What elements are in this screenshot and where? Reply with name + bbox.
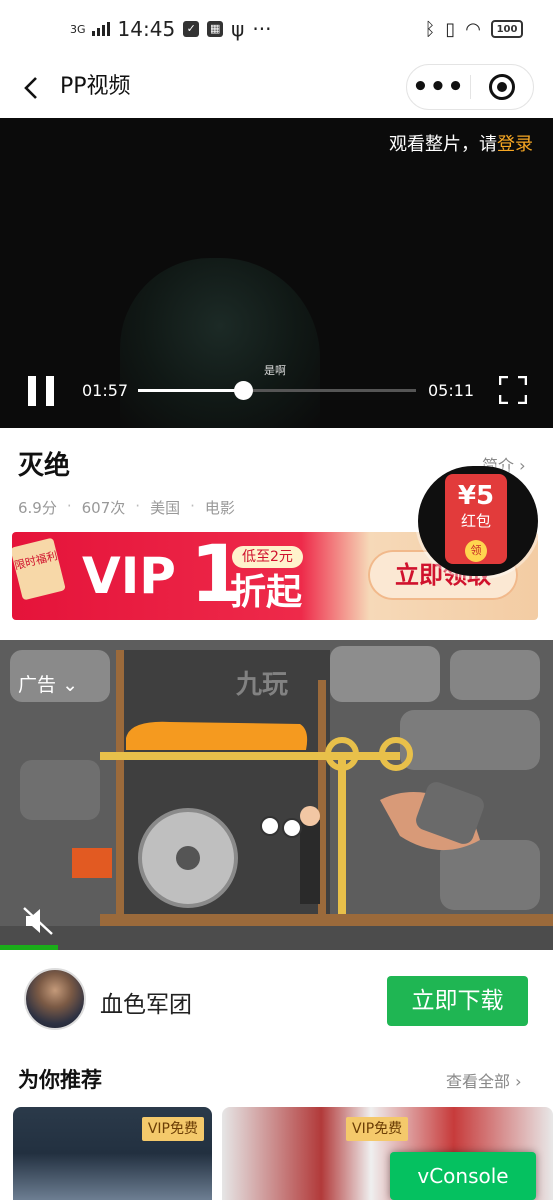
region: 美国	[150, 499, 181, 517]
chevron-down-icon: ⌄	[62, 674, 78, 696]
page-title: PP视频	[60, 74, 131, 99]
mute-icon[interactable]	[22, 906, 56, 936]
app-root: 3G 14:45 ✓ ▦ ψ ··· ᛒ ▯ ◠ 100 PP视频 ••• 观看…	[0, 0, 553, 1200]
app-notify-icon: ▦	[207, 21, 224, 37]
red-packet-claim: 领	[465, 540, 487, 562]
status-right: ᛒ ▯ ◠ 100	[425, 19, 523, 40]
app-name: 血色军团	[100, 992, 192, 1018]
progress-played	[138, 389, 243, 392]
chevron-right-icon: ›	[515, 1072, 522, 1091]
view-all-label: 查看全部	[446, 1072, 511, 1091]
login-prompt-text: 观看整片，请	[389, 134, 497, 155]
pause-icon[interactable]	[28, 376, 54, 406]
meta-dot: ·	[135, 497, 141, 515]
target-icon	[488, 74, 515, 100]
nav-bar: PP视频 •••	[0, 58, 553, 118]
video-frame	[120, 258, 320, 428]
limited-tag: 限时福利	[12, 537, 66, 601]
red-packet-amount: ¥5	[457, 481, 495, 511]
more-button[interactable]: •••	[407, 74, 470, 100]
current-time: 01:57	[82, 381, 129, 400]
meta-dot: ·	[66, 497, 72, 515]
fullscreen-icon[interactable]	[498, 375, 528, 405]
red-envelope-icon: ¥5 红包 领	[445, 474, 507, 564]
status-left: 3G 14:45 ✓ ▦ ψ ···	[70, 17, 271, 41]
red-packet-label: 红包	[460, 512, 491, 530]
signal-icon	[91, 22, 110, 36]
game-ad[interactable]: 广告 ⌄ 九玩	[0, 640, 553, 950]
wifi-icon: ◠	[465, 18, 481, 40]
app-avatar	[24, 968, 86, 1030]
vip-free-badge: VIP免费	[346, 1117, 409, 1141]
chevron-right-icon: ›	[519, 456, 526, 475]
vip-free-badge: VIP免费	[141, 1117, 204, 1141]
ad-label[interactable]: 广告 ⌄	[18, 670, 78, 697]
close-target-button[interactable]	[471, 74, 533, 100]
app-download-row: 血色军团 立即下载	[0, 950, 553, 1050]
recommend-card[interactable]: VIP免费	[13, 1107, 212, 1200]
login-prompt: 观看整片，请登录	[389, 130, 533, 156]
video-title: 灭绝	[18, 451, 71, 481]
progress-track[interactable]	[138, 381, 416, 400]
video-meta: 6.9分 · 607次 · 美国 · 电影	[18, 497, 235, 518]
recommend-title: 为你推荐	[18, 1068, 102, 1092]
back-icon[interactable]	[18, 68, 48, 108]
bluetooth-icon: ᛒ	[424, 18, 436, 40]
vibrate-icon: ▯	[445, 18, 456, 40]
ad-label-text: 广告	[18, 674, 57, 696]
total-time: 05:11	[428, 381, 475, 400]
usb-icon: ψ	[231, 17, 245, 41]
more-notify-icon: ···	[252, 17, 272, 41]
vconsole-button[interactable]: vConsole	[390, 1152, 536, 1200]
view-all-link[interactable]: 查看全部 ›	[446, 1068, 522, 1092]
play-count: 607次	[81, 499, 126, 517]
discount-text: 折起	[230, 572, 303, 613]
login-link[interactable]: 登录	[497, 134, 533, 155]
network-type: 3G	[70, 22, 86, 36]
category: 电影	[204, 499, 235, 517]
vip-text: VIP	[82, 547, 176, 605]
video-subtitle: 是啊	[264, 364, 286, 377]
low-price-tag: 低至2元	[232, 546, 303, 568]
status-bar: 3G 14:45 ✓ ▦ ψ ··· ᛒ ▯ ◠ 100	[0, 0, 553, 58]
battery-icon: 100	[491, 20, 523, 38]
download-button[interactable]: 立即下载	[387, 976, 528, 1026]
check-notify-icon: ✓	[183, 21, 200, 37]
red-packet-float[interactable]: ¥5 红包 领	[418, 466, 538, 576]
video-player[interactable]: 观看整片，请登录 是啊 01:57 05:11	[0, 118, 553, 428]
clock: 14:45	[117, 17, 176, 41]
score: 6.9分	[18, 499, 57, 517]
mini-program-capsule: •••	[406, 64, 534, 110]
meta-dot: ·	[190, 497, 195, 515]
progress-thumb[interactable]	[233, 381, 253, 400]
ad-brand-watermark: 九玩	[236, 670, 289, 700]
